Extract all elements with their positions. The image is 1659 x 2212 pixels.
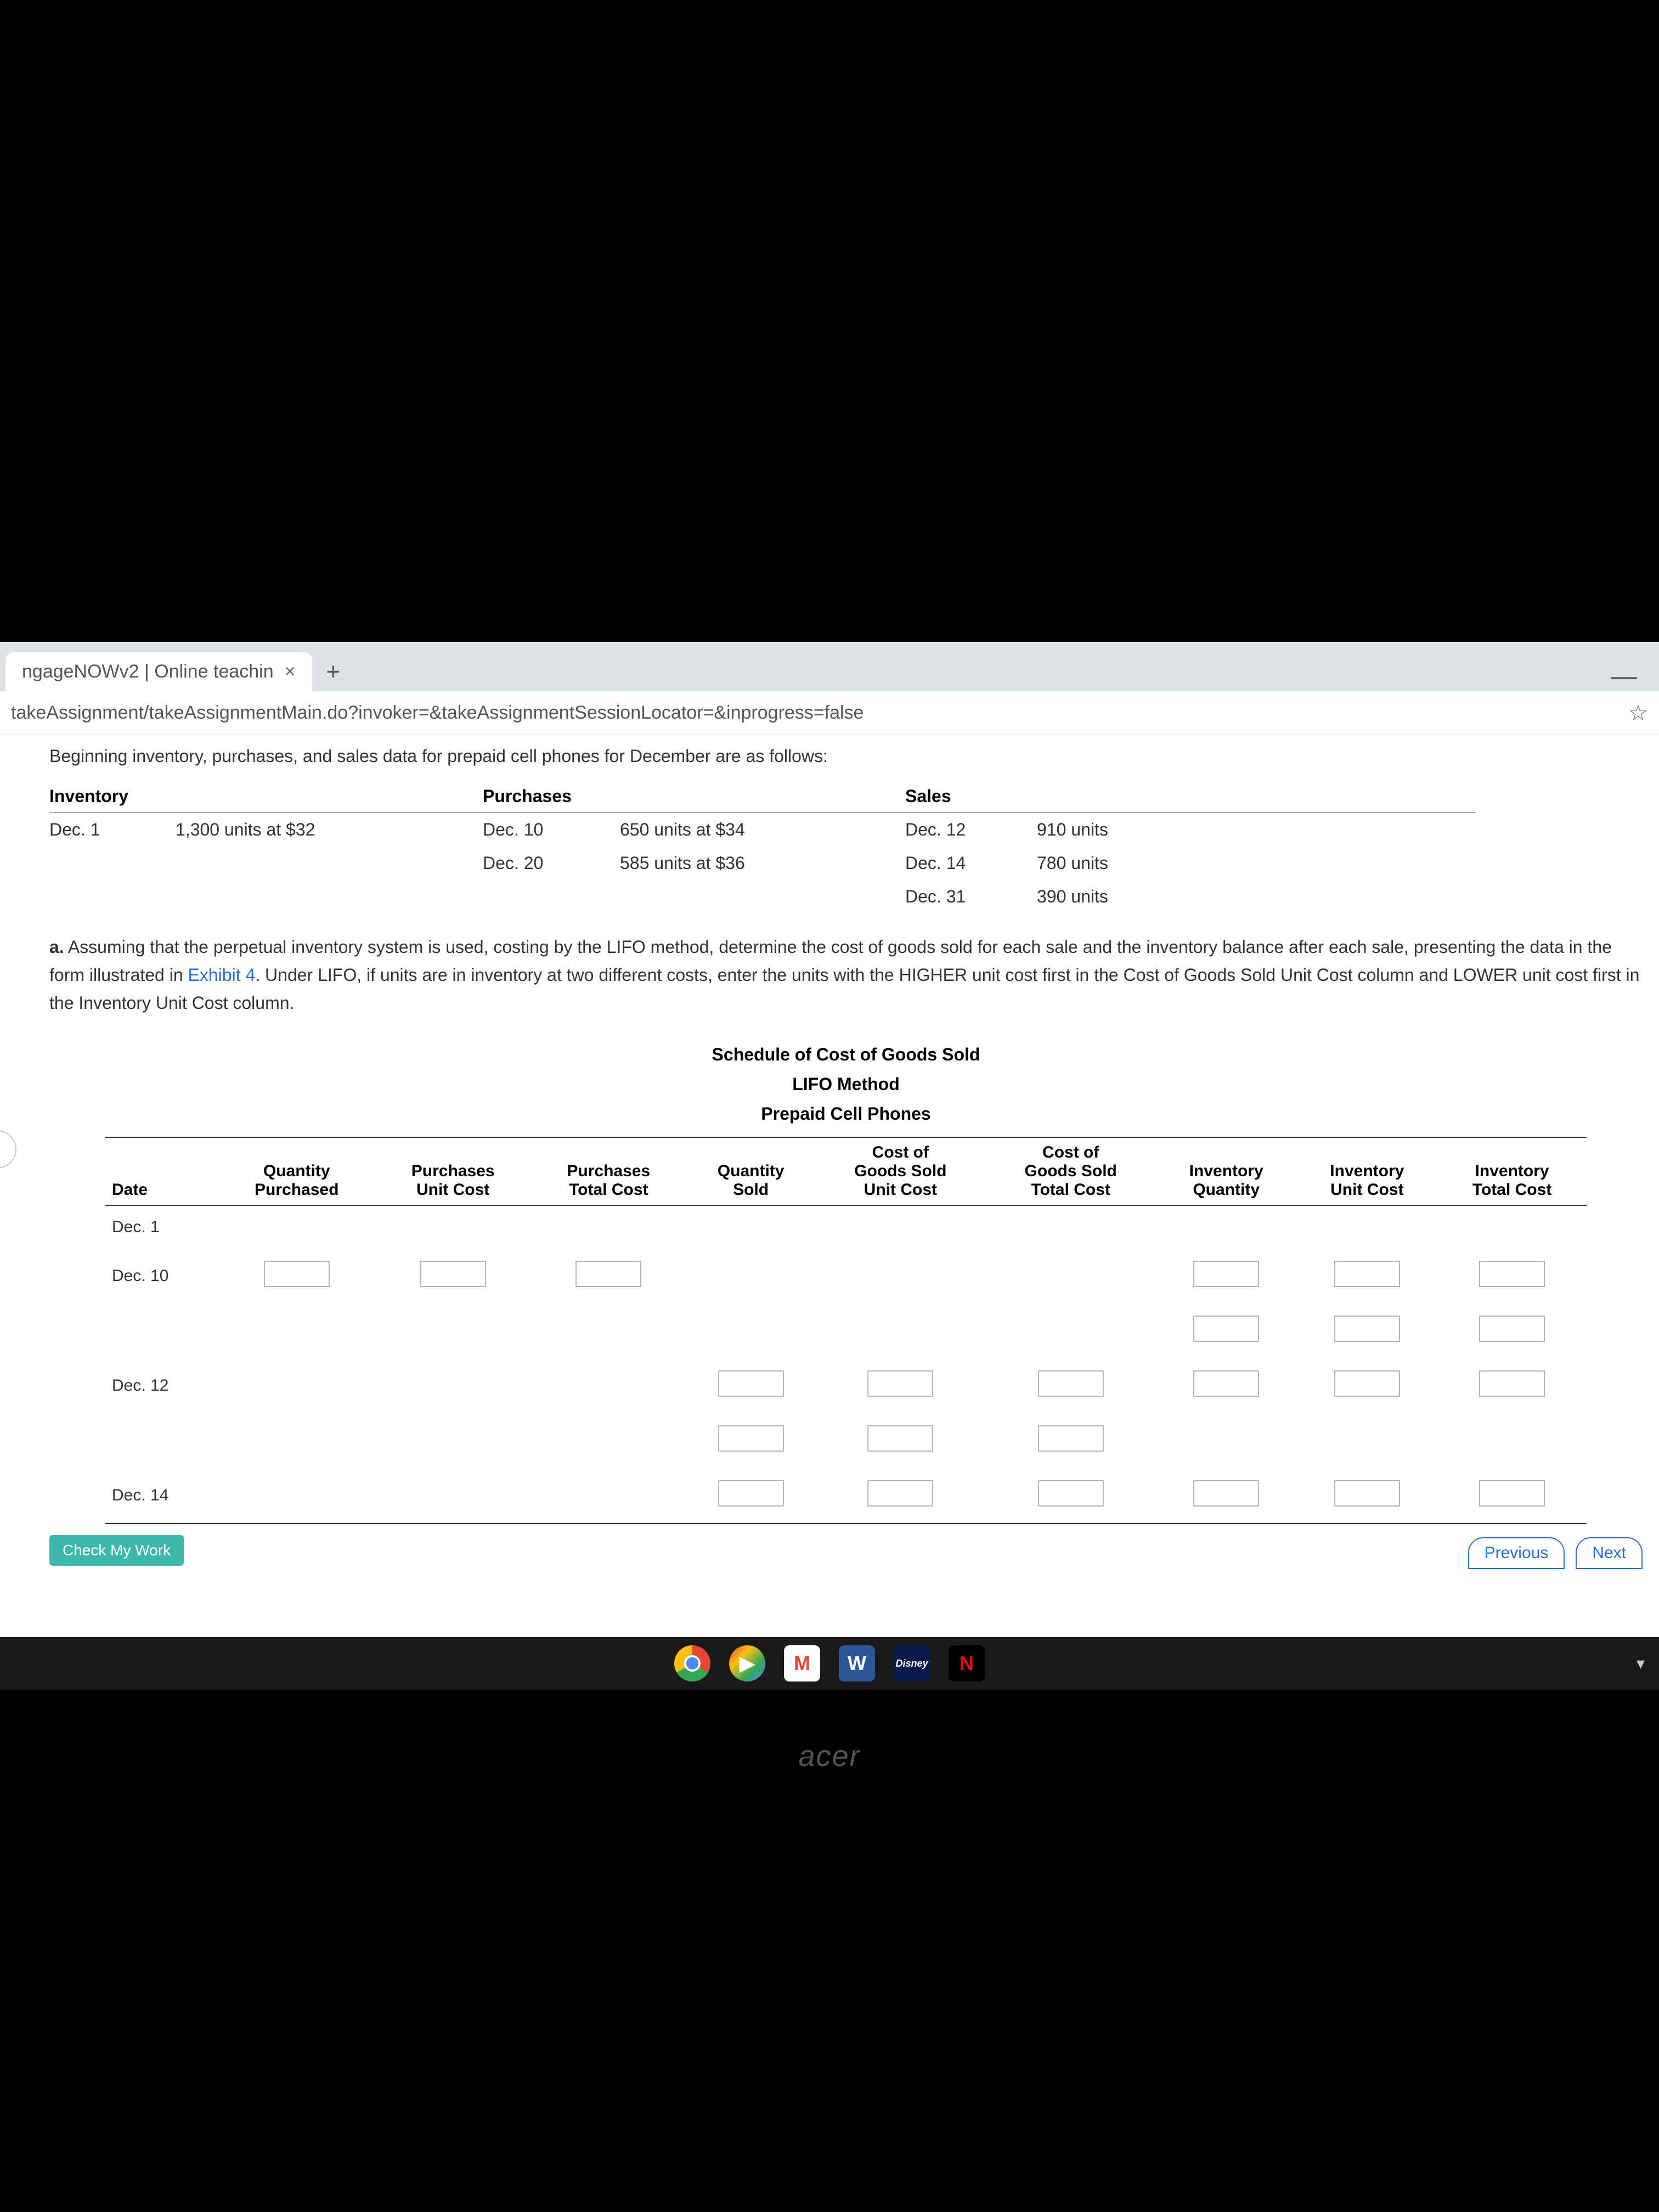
purch-desc-1: 585 units at $36 [620, 847, 905, 880]
input-purch-uc-1[interactable] [420, 1261, 486, 1287]
row-date-0: Dec. 1 [105, 1205, 218, 1249]
inv-desc: 1,300 units at $32 [176, 812, 483, 847]
new-tab-button[interactable]: + [312, 653, 355, 691]
input-cogs-tc-3b[interactable] [1038, 1425, 1104, 1452]
th-qty-purch: QuantityPurchased [218, 1137, 375, 1205]
gmail-icon[interactable]: M [784, 1645, 820, 1681]
url-text: takeAssignment/takeAssignmentMain.do?inv… [11, 702, 1617, 724]
check-work-button[interactable]: Check My Work [49, 1535, 184, 1566]
question-part2: . Under LIFO, if units are in inventory … [49, 965, 1639, 1013]
previous-button[interactable]: Previous [1468, 1537, 1565, 1569]
row-date-2 [105, 1304, 218, 1358]
sales-date-1: Dec. 14 [905, 847, 1037, 880]
word-icon[interactable]: W [839, 1645, 875, 1681]
input-cogs-uc-5[interactable] [867, 1480, 933, 1506]
input-inv-tc-1a[interactable] [1479, 1261, 1545, 1287]
taskbar: ▶ M W Disney N ▾ [0, 1637, 1659, 1690]
page-content: Beginning inventory, purchases, and sale… [0, 735, 1659, 1566]
next-button[interactable]: Next [1576, 1537, 1643, 1569]
input-inv-qty-1a[interactable] [1193, 1261, 1259, 1287]
input-inv-uc-1b[interactable] [1334, 1316, 1400, 1342]
col-inventory: Inventory [49, 781, 483, 812]
purch-desc-0: 650 units at $34 [620, 812, 905, 847]
col-sales: Sales [905, 781, 1476, 812]
data-table: Inventory Purchases Sales Dec. 1 1,300 u… [49, 781, 1476, 913]
input-inv-tc-3a[interactable] [1479, 1370, 1545, 1397]
input-inv-tc-5[interactable] [1479, 1480, 1545, 1506]
input-qty-sold-3a[interactable] [718, 1370, 784, 1397]
input-purch-tc-1[interactable] [575, 1261, 641, 1287]
input-inv-tc-1b[interactable] [1479, 1316, 1545, 1342]
input-inv-qty-3a[interactable] [1193, 1370, 1259, 1397]
th-inv-uc: InventoryUnit Cost [1297, 1137, 1438, 1205]
purch-date-0: Dec. 10 [483, 812, 620, 847]
question-label: a. [49, 937, 64, 957]
chrome-icon[interactable] [674, 1645, 710, 1681]
question-text: a. Assuming that the perpetual inventory… [49, 933, 1640, 1018]
col-purchases: Purchases [483, 781, 905, 812]
input-inv-uc-5[interactable] [1334, 1480, 1400, 1506]
input-cogs-tc-3a[interactable] [1038, 1370, 1104, 1397]
sales-units-1: 780 units [1037, 847, 1476, 880]
row-date-1: Dec. 10 [105, 1249, 218, 1304]
input-inv-qty-5[interactable] [1193, 1480, 1259, 1506]
row-date-5: Dec. 14 [105, 1468, 218, 1523]
row-date-4 [105, 1413, 218, 1468]
bookmark-star-icon[interactable]: ☆ [1628, 701, 1648, 726]
schedule-title: Schedule of Cost of Goods Sold LIFO Meth… [133, 1040, 1559, 1129]
address-bar[interactable]: takeAssignment/takeAssignmentMain.do?inv… [0, 691, 1659, 735]
input-cogs-uc-3a[interactable] [867, 1370, 933, 1397]
minimize-icon[interactable]: — [1611, 661, 1637, 691]
system-tray[interactable]: ▾ [1637, 1654, 1645, 1673]
input-inv-uc-1a[interactable] [1334, 1261, 1400, 1287]
schedule-title-1: Schedule of Cost of Goods Sold [133, 1040, 1559, 1069]
tab-strip: ngageNOWv2 | Online teachin × + — [0, 642, 1659, 691]
row-date-3: Dec. 12 [105, 1358, 218, 1413]
th-qty-sold: QuantitySold [686, 1137, 815, 1205]
schedule-title-3: Prepaid Cell Phones [133, 1099, 1559, 1128]
th-cogs-tc: Cost ofGoods SoldTotal Cost [986, 1137, 1156, 1205]
input-cogs-tc-5[interactable] [1038, 1480, 1104, 1506]
th-purch-uc: PurchasesUnit Cost [375, 1137, 531, 1205]
sales-date-2: Dec. 31 [905, 880, 1037, 913]
intro-text: Beginning inventory, purchases, and sale… [49, 746, 1643, 766]
sales-units-0: 910 units [1037, 812, 1476, 847]
schedule-title-2: LIFO Method [133, 1069, 1559, 1099]
input-inv-qty-1b[interactable] [1193, 1316, 1259, 1342]
input-qty-sold-5[interactable] [718, 1480, 784, 1506]
th-date: Date [105, 1137, 218, 1205]
schedule-table: Date QuantityPurchased PurchasesUnit Cos… [105, 1137, 1587, 1524]
side-handle[interactable] [0, 1130, 16, 1169]
purch-date-1: Dec. 20 [483, 847, 620, 880]
input-qty-purch-1[interactable] [264, 1261, 330, 1287]
inv-date: Dec. 1 [49, 812, 176, 847]
play-store-icon[interactable]: ▶ [729, 1645, 765, 1681]
th-purch-tc: PurchasesTotal Cost [531, 1137, 686, 1205]
browser-tab[interactable]: ngageNOWv2 | Online teachin × [5, 652, 312, 691]
sales-date-0: Dec. 12 [905, 812, 1037, 847]
disney-icon[interactable]: Disney [894, 1645, 930, 1681]
exhibit-link[interactable]: Exhibit 4 [188, 965, 256, 985]
laptop-brand: acer [798, 1739, 860, 1773]
input-cogs-uc-3b[interactable] [867, 1425, 933, 1452]
th-inv-tc: InventoryTotal Cost [1437, 1137, 1587, 1205]
input-qty-sold-3b[interactable] [718, 1425, 784, 1452]
th-cogs-uc: Cost ofGoods SoldUnit Cost [815, 1137, 985, 1205]
th-inv-qty: InventoryQuantity [1156, 1137, 1297, 1205]
tab-title: ngageNOWv2 | Online teachin [22, 661, 274, 682]
input-inv-uc-3a[interactable] [1334, 1370, 1400, 1397]
close-tab-icon[interactable]: × [285, 661, 296, 682]
sales-units-2: 390 units [1037, 880, 1476, 913]
netflix-icon[interactable]: N [949, 1645, 985, 1681]
